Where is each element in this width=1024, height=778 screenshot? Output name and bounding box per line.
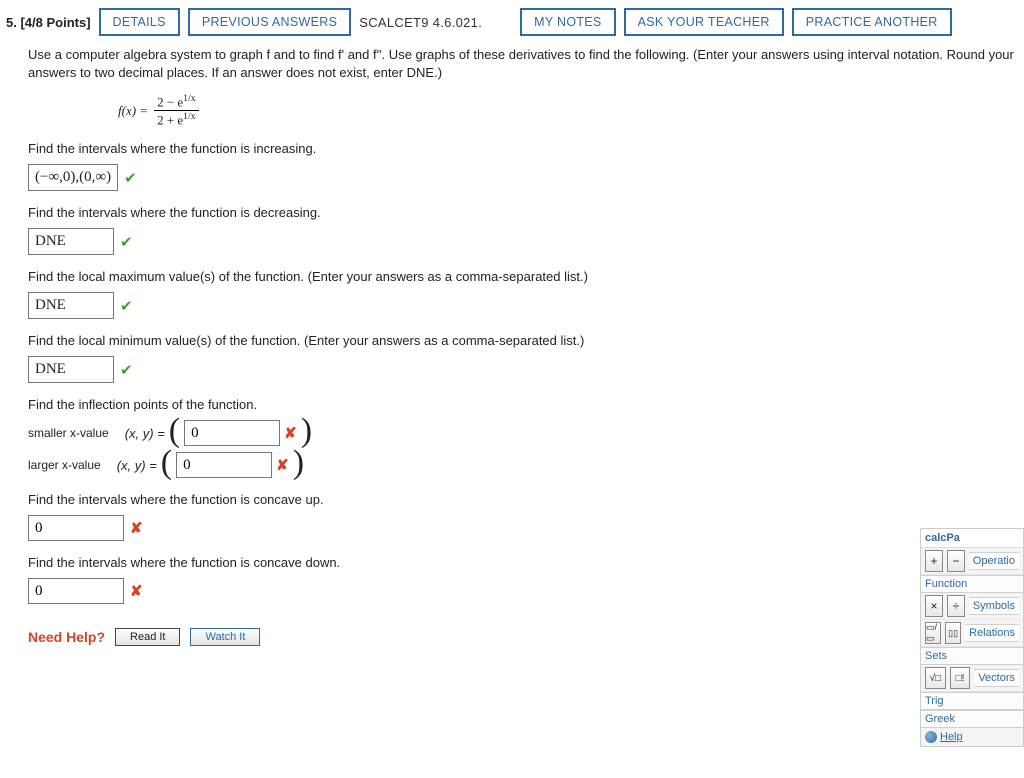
cross-icon: ✘ [130,582,143,600]
symbols-tab[interactable]: Symbols [969,597,1019,615]
previous-answers-button[interactable]: PREVIOUS ANSWERS [188,8,351,36]
check-icon: ✔ [120,233,133,251]
cross-icon: ✘ [284,424,297,442]
check-icon: ✔ [120,297,133,315]
xy-label: (x, y) = [125,426,165,441]
function-formula: f(x) = 2 − e1/x 2 + e1/x [118,94,1016,127]
decreasing-answer[interactable]: DNE [28,228,114,255]
operations-tab[interactable]: Operatio [969,552,1019,570]
exponent-key[interactable]: ▯▯ [945,622,961,644]
inflection-prompt: Find the inflection points of the functi… [28,397,1016,412]
sets-tab[interactable]: Sets [921,647,1023,665]
reference-code: SCALCET9 4.6.021. [359,15,482,30]
concave-up-prompt: Find the intervals where the function is… [28,492,1016,507]
check-icon: ✔ [124,169,137,187]
concave-down-input[interactable] [28,578,124,604]
local-max-prompt: Find the local maximum value(s) of the f… [28,269,1016,284]
calcpad-help-link[interactable]: Help [921,728,1023,746]
inflection-larger-input[interactable] [176,452,272,478]
concave-down-prompt: Find the intervals where the function is… [28,555,1016,570]
local-min-answer[interactable]: DNE [28,356,114,383]
cross-icon: ✘ [130,519,143,537]
decreasing-prompt: Find the intervals where the function is… [28,205,1016,220]
globe-icon [925,731,937,743]
sqrt-key[interactable]: √□ [925,667,946,689]
local-min-prompt: Find the local minimum value(s) of the f… [28,333,1016,348]
increasing-prompt: Find the intervals where the function is… [28,141,1016,156]
divide-key[interactable]: ÷ [947,595,965,617]
local-max-answer[interactable]: DNE [28,292,114,319]
vectors-tab[interactable]: Vectors [974,669,1019,687]
larger-x-label: larger x-value [28,458,101,472]
practice-another-button[interactable]: PRACTICE ANOTHER [792,8,952,36]
factorial-key[interactable]: □! [950,667,971,689]
ask-teacher-button[interactable]: ASK YOUR TEACHER [624,8,784,36]
points-label: [4/8 Points] [20,15,90,30]
relations-tab[interactable]: Relations [965,624,1019,642]
increasing-answer[interactable]: (−∞,0),(0,∞) [28,164,118,191]
trig-tab[interactable]: Trig [921,692,1023,710]
question-number: 5. [6,15,17,30]
check-icon: ✔ [120,361,133,379]
multiply-key[interactable]: × [925,595,943,617]
smaller-x-label: smaller x-value [28,426,109,440]
minus-key[interactable]: − [947,550,965,572]
fraction-key[interactable]: ▭/▭ [925,622,941,644]
inflection-smaller-input[interactable] [184,420,280,446]
xy-label: (x, y) = [117,458,157,473]
instructions-text: Use a computer algebra system to graph f… [28,46,1016,82]
need-help-label: Need Help? [28,629,105,645]
calc-pad: calcPa + − Operatio Function × ÷ Symbols… [920,528,1024,747]
read-it-button[interactable]: Read It [115,628,180,646]
functions-tab[interactable]: Function [921,575,1023,593]
concave-up-input[interactable] [28,515,124,541]
calcpad-title: calcPa [921,529,1023,548]
plus-key[interactable]: + [925,550,943,572]
greek-tab[interactable]: Greek [921,710,1023,728]
details-button[interactable]: DETAILS [99,8,180,36]
my-notes-button[interactable]: MY NOTES [520,8,615,36]
watch-it-button[interactable]: Watch It [190,628,260,646]
cross-icon: ✘ [276,456,289,474]
